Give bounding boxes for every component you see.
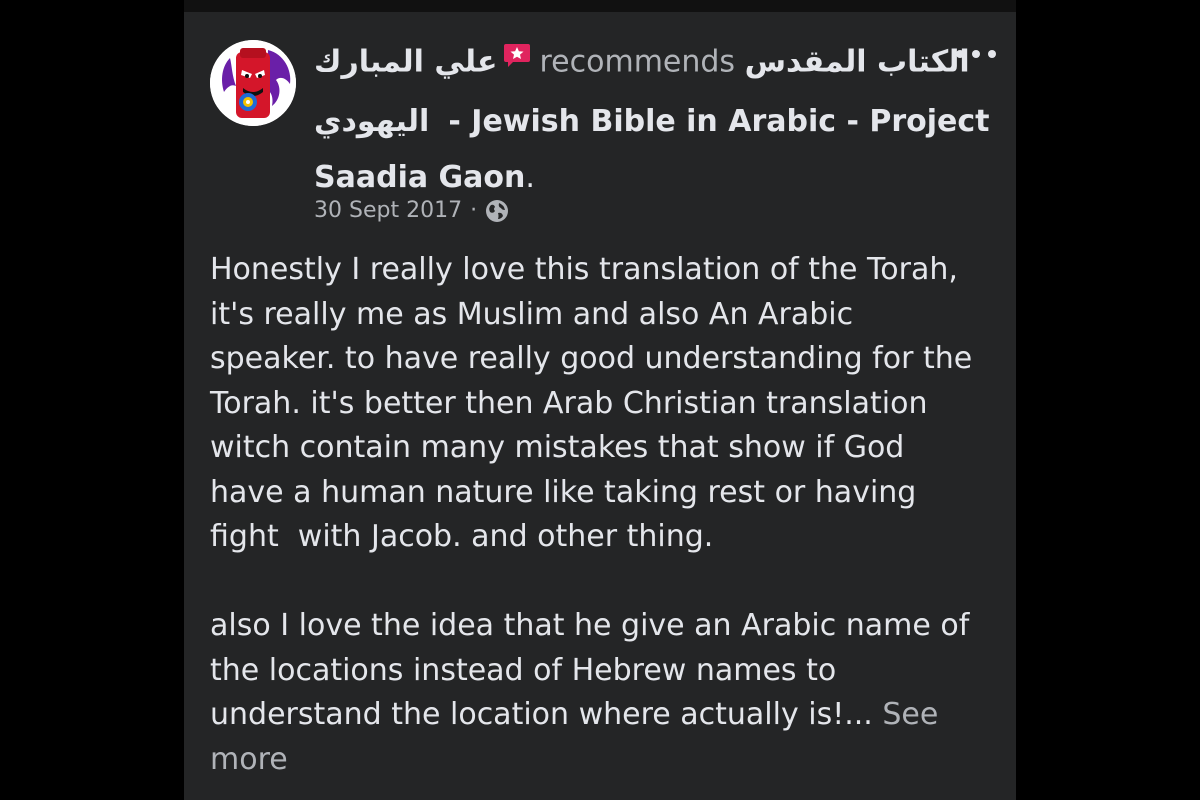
author-avatar[interactable] [210,40,296,126]
page-name-arabic-1[interactable]: الكتاب المقدس [745,45,970,80]
header-line-1: علي المبارك recommends الكتاب المقدس [314,32,970,94]
see-more-link[interactable]: See [882,697,938,732]
body-line: have a human nature like taking rest or … [210,474,917,510]
body-line: fight with Jacob. and other thing. [210,519,714,554]
trailing-period: . [525,160,535,195]
body-line-with-see-more: understand the location where actually i… [210,693,1000,738]
post-meta: 30 Sept 2017 · [314,198,509,223]
ellipsis-icon [956,50,996,58]
top-strip [184,0,1016,12]
author-name[interactable]: علي المبارك [314,45,497,80]
more-options-button[interactable] [948,38,1004,70]
page-name-english-2[interactable]: Saadia Gaon [314,160,525,195]
body-line: the locations instead of Hebrew names to [210,652,837,688]
action-text: recommends [539,44,736,80]
meta-separator: · [470,198,478,223]
avatar-image [210,40,296,126]
screen: علي المبارك recommends الكتاب المقدس اليه… [0,0,1200,800]
see-more-continuation: more [210,738,1000,783]
post-body: Honestly I really love this translation … [210,248,1000,782]
body-line: it's really me as Muslim and also An Ara… [210,296,854,332]
body-line: witch contain many mistakes that show if… [210,430,905,465]
body-line: Torah. it's better then Arab Christian t… [210,385,928,421]
body-line: also I love the idea that he give an Ara… [210,608,970,643]
see-more-link-continued[interactable]: more [210,742,288,777]
header-line-2: اليهودي - Jewish Bible in Arabic - Proje… [314,94,990,150]
page-name-english-1[interactable]: - Jewish Bible in Arabic - Project [448,104,989,139]
globe-icon[interactable] [485,199,509,223]
post-date[interactable]: 30 Sept 2017 [314,198,462,223]
body-line: Honestly I really love this translation … [210,252,958,287]
post-card: علي المبارك recommends الكتاب المقدس اليه… [184,12,1016,800]
body-line: speaker. to have really good understandi… [210,341,973,376]
star-badge-icon [503,32,531,88]
post-header: علي المبارك recommends الكتاب المقدس اليه… [314,32,990,206]
body-line: understand the location where actually i… [210,697,873,732]
page-name-arabic-2[interactable]: اليهودي [314,104,429,139]
